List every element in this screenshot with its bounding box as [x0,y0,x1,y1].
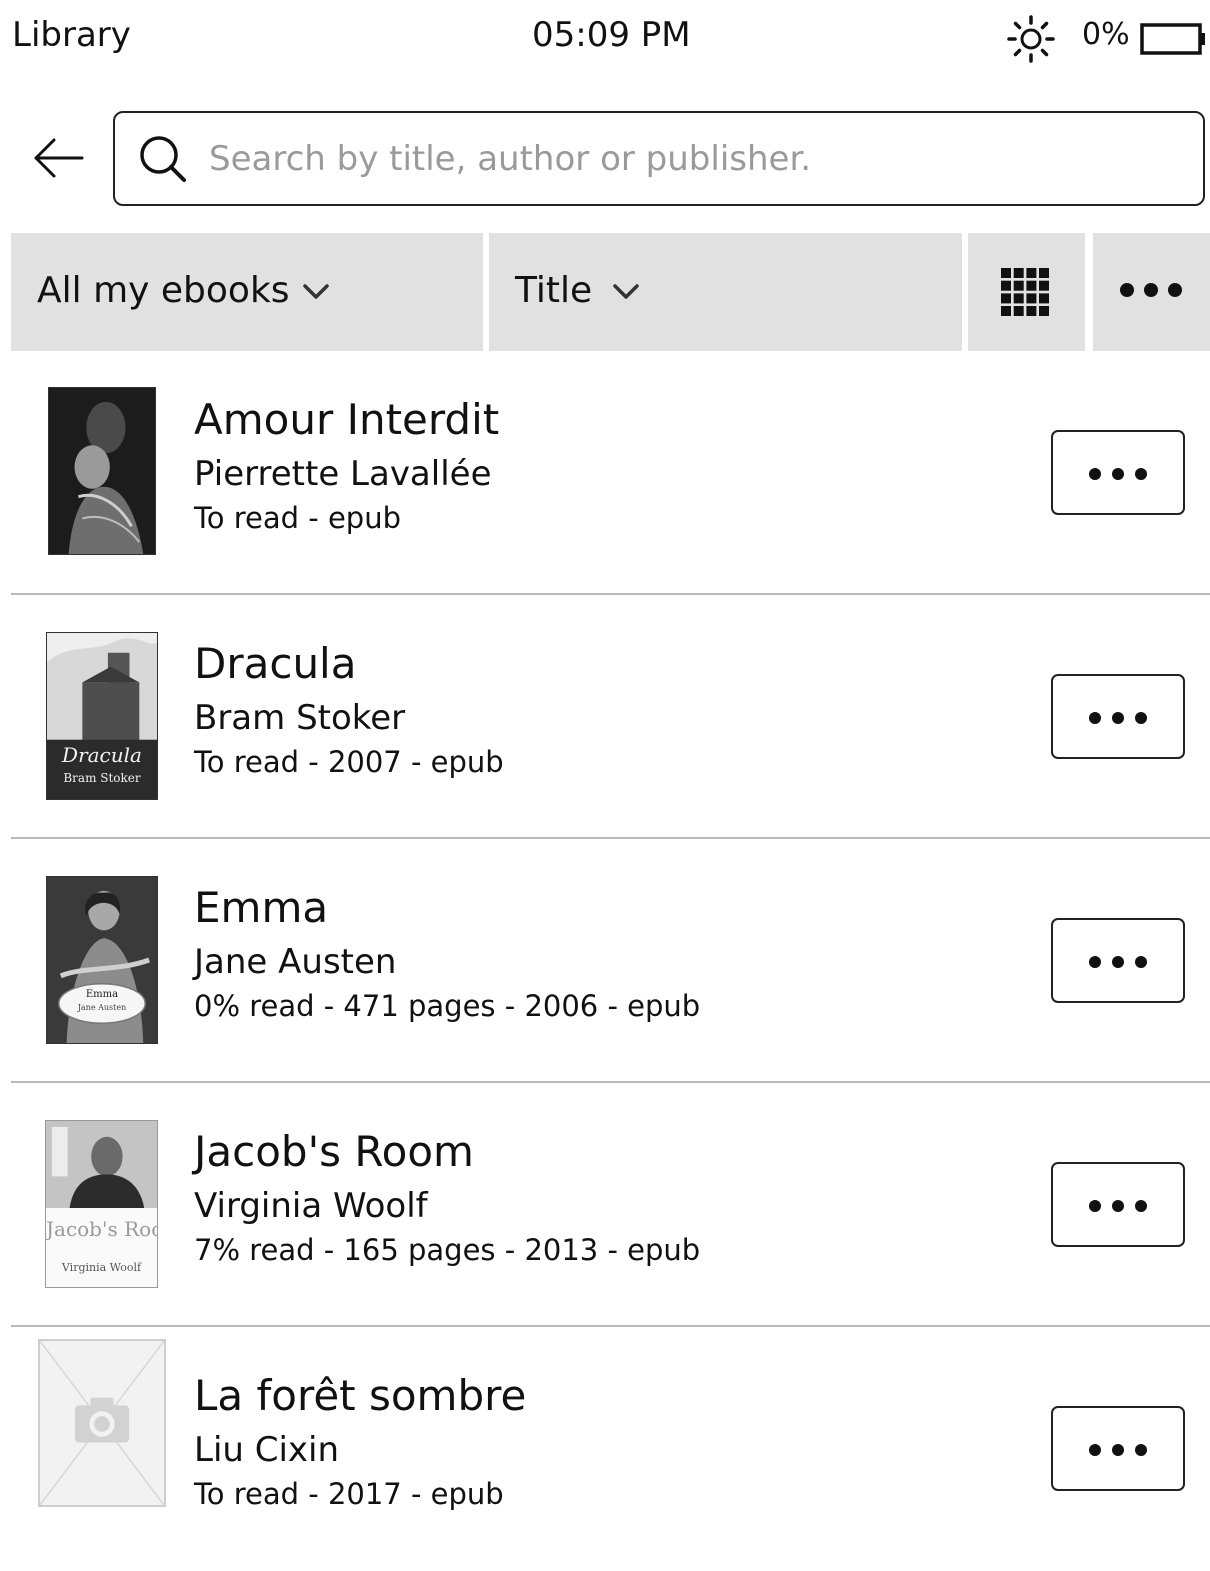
status-bar: Library 05:09 PM 0% [0,0,1210,72]
more-dots-icon [1089,1444,1147,1456]
sort-dropdown[interactable]: Title [489,233,962,351]
book-author: Bram Stoker [194,698,406,738]
book-title: Dracula [194,639,357,688]
book-list: Amour Interdit Pierrette Lavallée To rea… [0,351,1210,1571]
book-meta: 0% read - 471 pages - 2006 - epub [194,989,701,1023]
book-cover-placeholder[interactable] [38,1339,166,1507]
book-title: Amour Interdit [194,395,500,444]
filter-dropdown[interactable]: All my ebooks [11,233,483,351]
app-title: Library [12,15,131,55]
clock: 05:09 PM [532,15,691,55]
book-title: Jacob's Room [194,1127,474,1176]
book-author: Virginia Woolf [194,1186,428,1226]
book-more-button[interactable] [1051,430,1185,515]
battery-percent: 0% [1082,17,1130,52]
book-more-button[interactable] [1051,1406,1185,1491]
cover-title: Dracula [62,743,142,767]
book-row[interactable]: Jacob's Room Virginia Woolf Jacob's Room… [0,1083,1210,1327]
brightness-icon[interactable] [1004,12,1058,66]
back-arrow-icon[interactable] [28,128,88,188]
battery-icon [1140,22,1206,56]
book-cover[interactable]: Jacob's Room Virginia Woolf [45,1120,158,1288]
more-dots-icon [1089,712,1147,724]
book-author: Jane Austen [194,942,397,982]
grid-view-icon [1001,268,1049,316]
search-icon [137,133,189,185]
grid-view-button[interactable] [968,233,1085,351]
cover-author: Jane Austen [77,1003,127,1012]
book-more-button[interactable] [1051,918,1185,1003]
book-author: Pierrette Lavallée [194,454,492,494]
cover-author: Bram Stoker [63,771,141,785]
search-input[interactable] [209,123,1169,195]
more-dots-icon [1120,283,1182,297]
cover-author: Virginia Woolf [61,1261,142,1274]
book-meta: To read - 2017 - epub [194,1477,504,1511]
search-box[interactable] [113,111,1205,206]
book-row[interactable]: Amour Interdit Pierrette Lavallée To rea… [0,351,1210,595]
cover-title: Emma [85,989,119,1000]
toolbar-more-button[interactable] [1093,233,1210,351]
book-row[interactable]: Emma Jane Austen Emma Jane Austen 0% rea… [0,839,1210,1083]
book-meta: 7% read - 165 pages - 2013 - epub [194,1233,701,1267]
book-more-button[interactable] [1051,1162,1185,1247]
book-cover[interactable]: Dracula Bram Stoker [46,632,158,800]
book-author: Liu Cixin [194,1430,340,1470]
book-row[interactable]: La forêt sombre Liu Cixin To read - 2017… [0,1327,1210,1571]
more-dots-icon [1089,956,1147,968]
book-cover[interactable] [48,387,156,555]
chevron-down-icon [613,284,639,299]
more-dots-icon [1089,468,1147,480]
more-dots-icon [1089,1200,1147,1212]
book-more-button[interactable] [1051,674,1185,759]
book-meta: To read - 2007 - epub [194,745,504,779]
book-title: La forêt sombre [194,1371,527,1420]
book-row[interactable]: Dracula Bram Stoker Dracula Bram Stoker … [0,595,1210,839]
book-meta: To read - epub [194,501,401,535]
placeholder-camera-icon [40,1341,164,1505]
book-cover[interactable]: Emma Jane Austen [46,876,158,1044]
filter-label: All my ebooks [37,270,290,311]
cover-title: Jacob's Room [46,1217,157,1241]
book-title: Emma [194,883,329,932]
chevron-down-icon [303,284,329,299]
sort-label: Title [515,270,593,311]
